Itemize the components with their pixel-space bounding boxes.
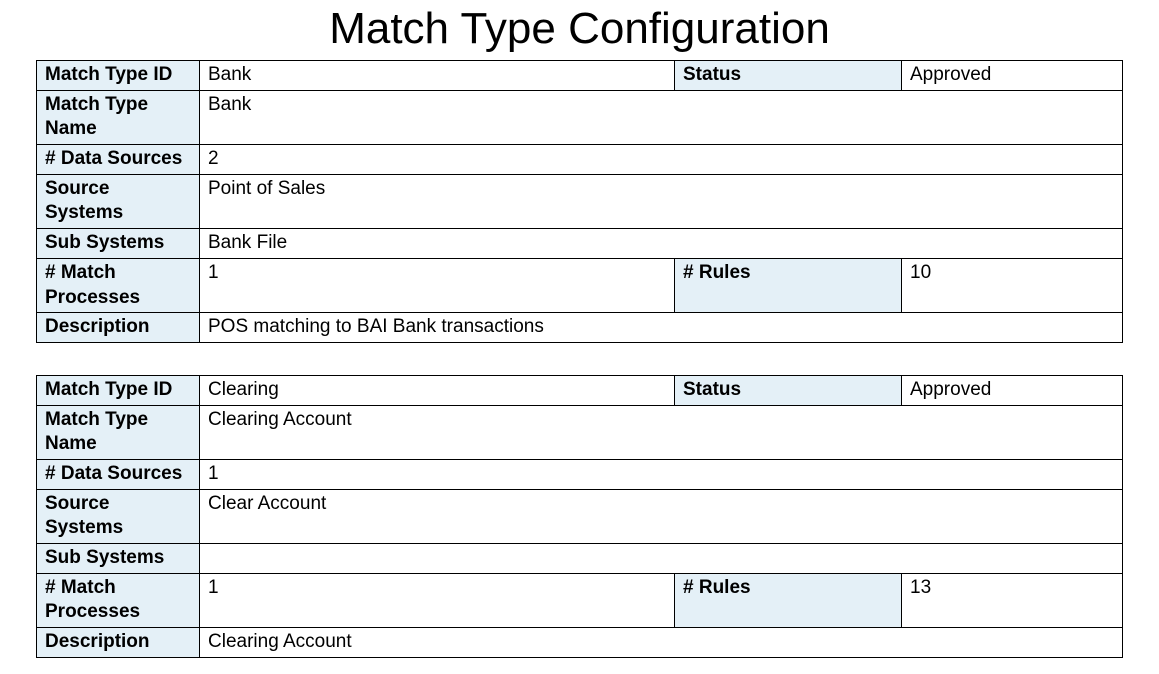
label-match-type-name: Match Type Name — [37, 405, 200, 459]
label-match-type-id: Match Type ID — [37, 375, 200, 405]
match-type-table: Match Type ID Bank Status Approved Match… — [36, 60, 1123, 343]
label-status: Status — [675, 375, 902, 405]
value-source-systems: Clear Account — [200, 489, 1123, 543]
label-num-data-sources: # Data Sources — [37, 145, 200, 175]
label-num-rules: # Rules — [675, 573, 902, 627]
value-num-match-processes: 1 — [200, 573, 675, 627]
value-description: POS matching to BAI Bank transactions — [200, 313, 1123, 343]
value-source-systems: Point of Sales — [200, 174, 1123, 228]
value-sub-systems — [200, 544, 1123, 574]
value-status: Approved — [902, 61, 1123, 91]
value-sub-systems: Bank File — [200, 229, 1123, 259]
value-num-rules: 10 — [902, 258, 1123, 312]
value-status: Approved — [902, 375, 1123, 405]
value-num-match-processes: 1 — [200, 258, 675, 312]
value-num-data-sources: 2 — [200, 145, 1123, 175]
label-sub-systems: Sub Systems — [37, 229, 200, 259]
label-num-match-processes: # Match Processes — [37, 258, 200, 312]
label-description: Description — [37, 313, 200, 343]
value-match-type-id: Bank — [200, 61, 675, 91]
label-match-type-name: Match Type Name — [37, 90, 200, 144]
label-source-systems: Source Systems — [37, 174, 200, 228]
value-match-type-name: Bank — [200, 90, 1123, 144]
label-num-data-sources: # Data Sources — [37, 459, 200, 489]
value-num-rules: 13 — [902, 573, 1123, 627]
value-num-data-sources: 1 — [200, 459, 1123, 489]
value-description: Clearing Account — [200, 628, 1123, 658]
label-num-rules: # Rules — [675, 258, 902, 312]
page-title: Match Type Configuration — [36, 4, 1123, 54]
label-sub-systems: Sub Systems — [37, 544, 200, 574]
value-match-type-id: Clearing — [200, 375, 675, 405]
match-type-table: Match Type ID Clearing Status Approved M… — [36, 375, 1123, 658]
label-description: Description — [37, 628, 200, 658]
label-status: Status — [675, 61, 902, 91]
label-match-type-id: Match Type ID — [37, 61, 200, 91]
value-match-type-name: Clearing Account — [200, 405, 1123, 459]
label-num-match-processes: # Match Processes — [37, 573, 200, 627]
label-source-systems: Source Systems — [37, 489, 200, 543]
